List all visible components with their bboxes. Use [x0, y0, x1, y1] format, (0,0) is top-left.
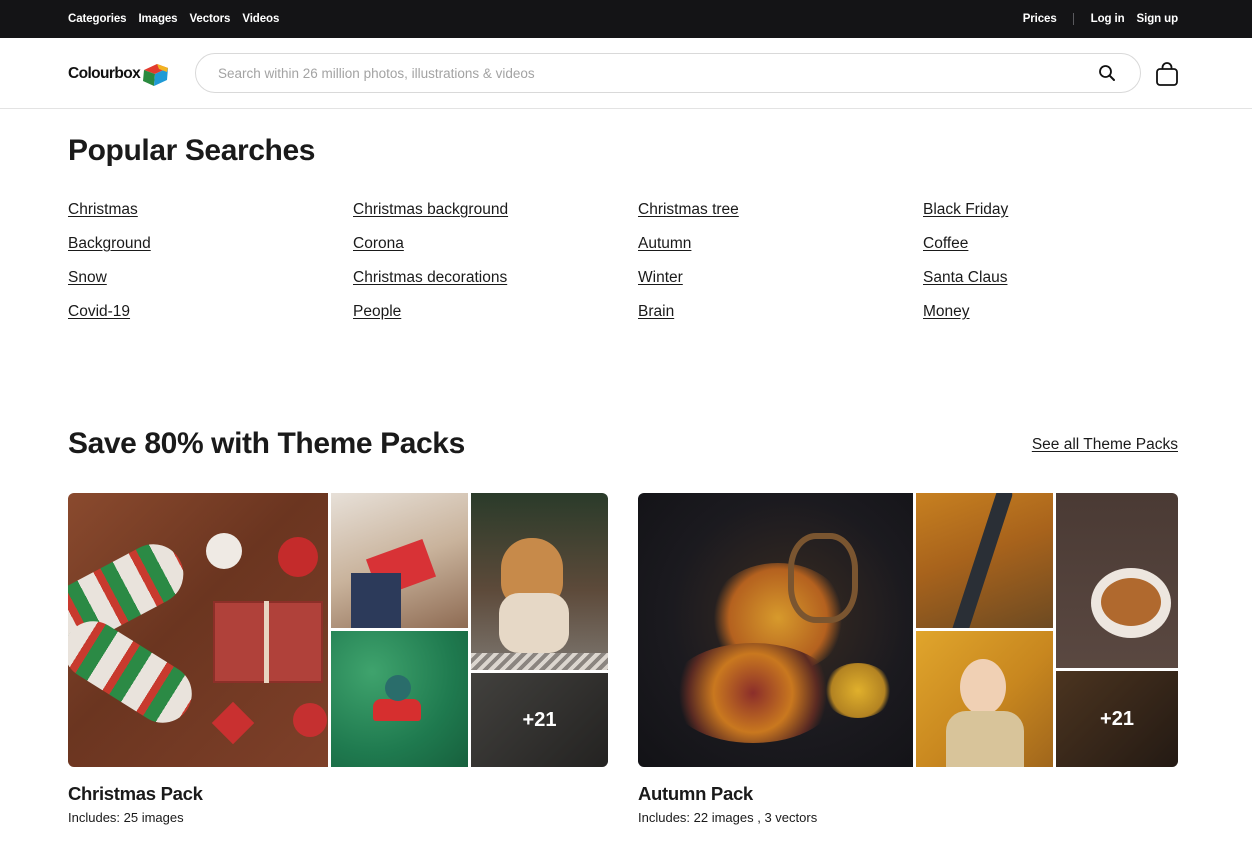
pack-name[interactable]: Christmas Pack	[68, 783, 203, 805]
popular-search-link[interactable]: People	[353, 303, 401, 321]
see-all-theme-packs-link[interactable]: See all Theme Packs	[1032, 436, 1178, 454]
logo-text: Colourbox	[68, 65, 141, 82]
search-icon[interactable]	[1098, 64, 1116, 82]
popular-search-link[interactable]: Covid-19	[68, 303, 130, 321]
pack-image-main	[68, 493, 328, 767]
pack-image-more: +21	[1056, 671, 1178, 767]
popular-search-link[interactable]: Christmas decorations	[353, 269, 507, 287]
search-bar	[195, 53, 1141, 93]
pack-image-main	[638, 493, 913, 767]
popular-search-link[interactable]: Santa Claus	[923, 269, 1007, 287]
nav-vectors[interactable]: Vectors	[189, 13, 230, 25]
pack-includes: Includes: 22 images , 3 vectors	[638, 810, 818, 825]
pack-name[interactable]: Autumn Pack	[638, 783, 753, 805]
shopping-bag-icon[interactable]	[1155, 61, 1179, 87]
popular-search-link[interactable]: Christmas tree	[638, 201, 739, 219]
pack-image-road	[916, 493, 1053, 628]
popular-searches-title: Popular Searches	[68, 134, 316, 167]
more-images-count: +21	[471, 673, 608, 767]
popular-search-link[interactable]: Christmas background	[353, 201, 508, 219]
pack-image-car	[331, 631, 468, 767]
login-link[interactable]: Log in	[1091, 13, 1125, 25]
pack-image-woman	[916, 631, 1053, 767]
account-nav: Prices Log in Sign up	[1023, 0, 1178, 38]
logo[interactable]: Colourbox	[68, 60, 169, 88]
popular-search-link[interactable]: Coffee	[923, 235, 968, 253]
search-input[interactable]	[218, 54, 1078, 92]
popular-search-link[interactable]: Money	[923, 303, 970, 321]
pack-image-dog	[471, 493, 608, 670]
nav-videos[interactable]: Videos	[242, 13, 279, 25]
popular-search-link[interactable]: Winter	[638, 269, 683, 287]
nav-images[interactable]: Images	[138, 13, 177, 25]
signup-link[interactable]: Sign up	[1137, 13, 1179, 25]
more-images-count: +21	[1056, 671, 1178, 767]
logo-cube-icon	[143, 64, 169, 86]
popular-search-link[interactable]: Black Friday	[923, 201, 1008, 219]
popular-search-link[interactable]: Autumn	[638, 235, 691, 253]
popular-search-link[interactable]: Background	[68, 235, 151, 253]
popular-search-link[interactable]: Christmas	[68, 201, 138, 219]
pack-image-more: +21	[471, 673, 608, 767]
pack-image-gift	[331, 493, 468, 628]
top-nav: Categories Images Vectors Videos	[68, 0, 279, 38]
pack-includes: Includes: 25 images	[68, 810, 184, 825]
nav-divider	[1072, 13, 1074, 25]
top-bar: Categories Images Vectors Videos Prices …	[0, 0, 1252, 38]
site-header: Colourbox	[0, 38, 1252, 109]
popular-search-link[interactable]: Brain	[638, 303, 674, 321]
pack-image-turkey	[1056, 493, 1178, 668]
theme-packs-title: Save 80% with Theme Packs	[68, 427, 465, 460]
popular-search-link[interactable]: Snow	[68, 269, 107, 287]
popular-searches-grid: Christmas Background Snow Covid-19 Chris…	[68, 201, 1178, 337]
christmas-pack-card[interactable]: +21	[68, 493, 608, 767]
autumn-pack-card[interactable]: +21	[638, 493, 1178, 767]
nav-categories[interactable]: Categories	[68, 13, 127, 25]
popular-search-link[interactable]: Corona	[353, 235, 404, 253]
prices-link[interactable]: Prices	[1023, 13, 1057, 25]
